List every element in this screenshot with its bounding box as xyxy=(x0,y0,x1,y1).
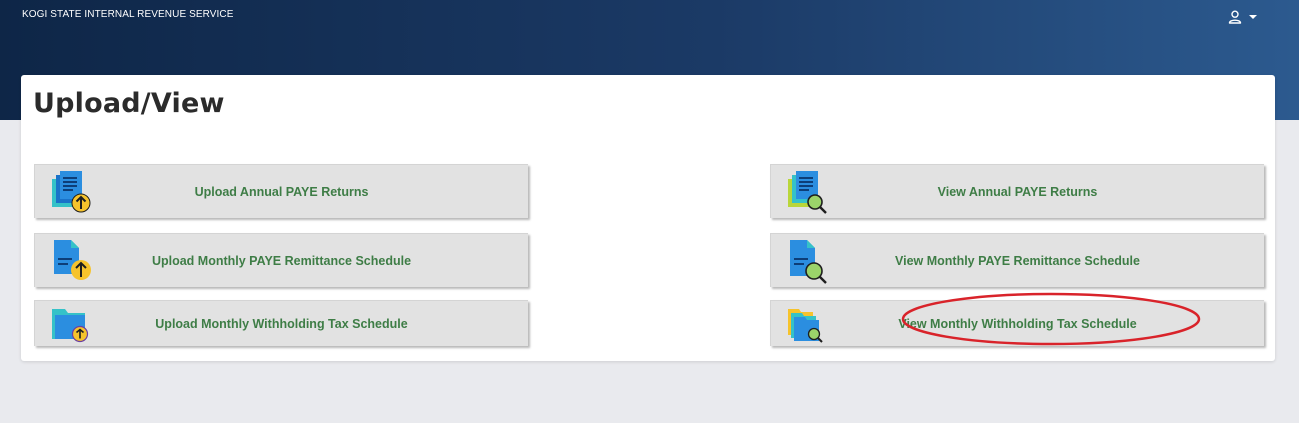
view-monthly-withholding-tax-button[interactable]: View Monthly Withholding Tax Schedule xyxy=(770,300,1264,346)
view-monthly-withholding-tax-label: View Monthly Withholding Tax Schedule xyxy=(898,316,1137,331)
view-annual-paye-returns-button[interactable]: View Annual PAYE Returns xyxy=(770,164,1264,218)
brand-name[interactable]: KOGI STATE INTERNAL REVENUE SERVICE xyxy=(22,9,234,20)
view-monthly-paye-remittance-label: View Monthly PAYE Remittance Schedule xyxy=(895,253,1140,268)
upload-monthly-paye-remittance-label: Upload Monthly PAYE Remittance Schedule xyxy=(151,253,412,268)
upload-view-card: Upload/View Upload Annual PAYE Returns U… xyxy=(21,75,1275,361)
caret-down-icon xyxy=(1249,15,1257,19)
upload-monthly-withholding-tax-label: Upload Monthly Withholding Tax Schedule xyxy=(155,316,408,331)
user-icon xyxy=(1228,10,1242,24)
upload-annual-paye-returns-button[interactable]: Upload Annual PAYE Returns xyxy=(34,164,528,218)
page-title: Upload/View xyxy=(33,88,225,119)
view-monthly-paye-remittance-button[interactable]: View Monthly PAYE Remittance Schedule xyxy=(770,233,1264,287)
upload-annual-paye-returns-label: Upload Annual PAYE Returns xyxy=(194,184,369,199)
upload-monthly-paye-remittance-button[interactable]: Upload Monthly PAYE Remittance Schedule xyxy=(34,233,528,287)
upload-monthly-withholding-tax-button[interactable]: Upload Monthly Withholding Tax Schedule xyxy=(34,300,528,346)
user-menu[interactable] xyxy=(1228,8,1268,26)
view-annual-paye-returns-label: View Annual PAYE Returns xyxy=(937,184,1098,199)
